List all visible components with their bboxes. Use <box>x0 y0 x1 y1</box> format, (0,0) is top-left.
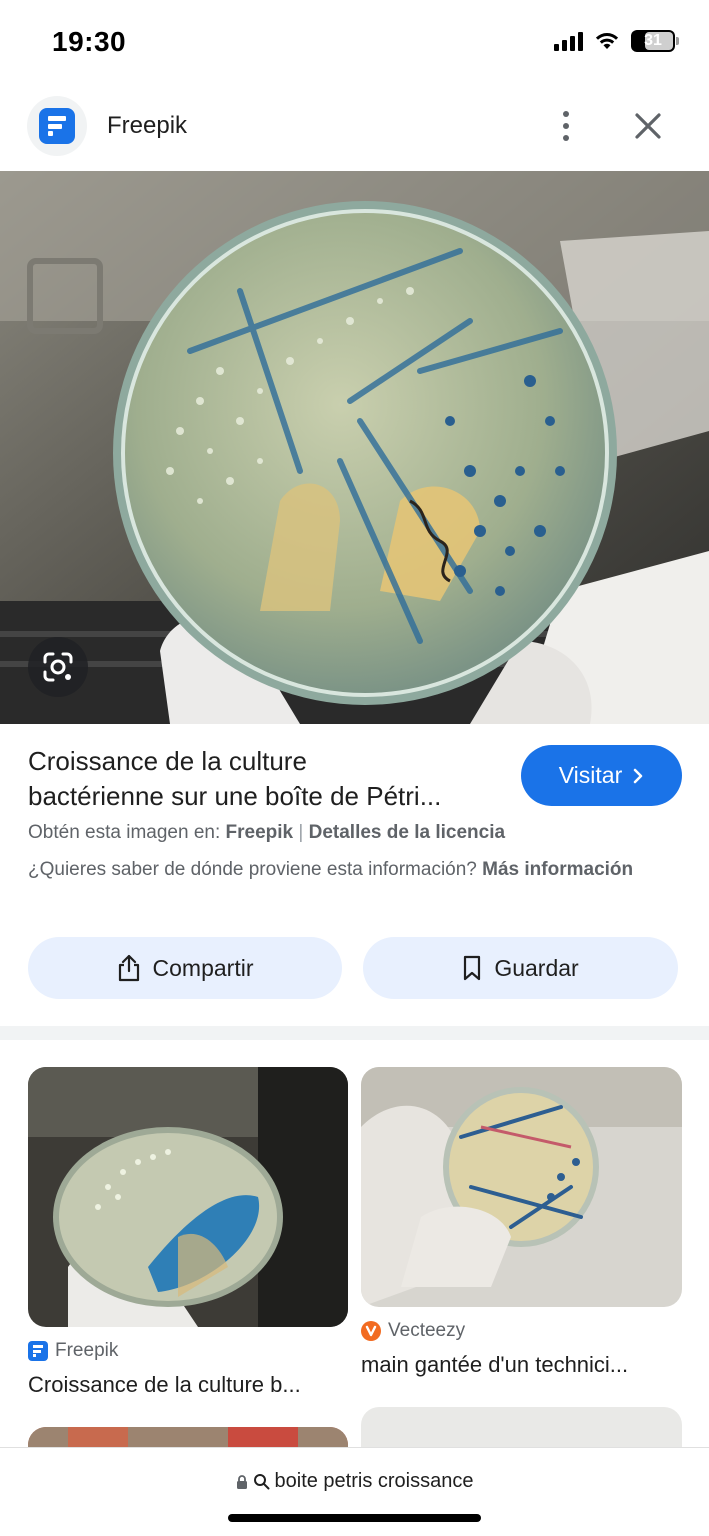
source-separator: | <box>298 822 304 843</box>
share-icon <box>118 954 139 982</box>
share-button[interactable]: Compartir <box>28 937 342 999</box>
license-details-link[interactable]: Detalles de la licencia <box>309 822 505 843</box>
main-image[interactable] <box>0 171 709 724</box>
related-title-2[interactable]: main gantée d'un technici... <box>361 1352 682 1378</box>
url-text: boite petris croissance <box>274 1470 474 1492</box>
battery-icon: 31 <box>631 30 675 52</box>
status-time: 19:30 <box>52 26 127 57</box>
source-header: Freepik <box>0 96 709 158</box>
close-icon[interactable] <box>628 106 668 146</box>
google-lens-button[interactable] <box>28 637 88 697</box>
source-prefix: Obtén esta imagen en: <box>28 822 221 843</box>
address-bar[interactable]: boite petris croissance <box>0 1447 709 1536</box>
petri-dish-photo <box>0 171 709 724</box>
save-label: Guardar <box>494 954 579 981</box>
related-source-name: Freepik <box>55 1340 119 1361</box>
lock-icon <box>236 1474 247 1489</box>
status-icons: 31 <box>554 30 679 52</box>
wifi-icon <box>595 33 619 49</box>
share-label: Compartir <box>152 954 254 981</box>
more-info-link[interactable]: Más información <box>482 859 633 880</box>
home-indicator[interactable] <box>228 1514 481 1522</box>
source-link[interactable]: Freepik <box>226 822 294 843</box>
visit-button[interactable]: Visitar <box>521 745 682 806</box>
related-source-name: Vecteezy <box>388 1320 466 1341</box>
cellular-signal-icon <box>554 31 583 51</box>
battery-level: 31 <box>644 32 662 49</box>
result-title-line2: bactérienne sur une boîte de Pétri... <box>28 781 442 811</box>
bookmark-icon <box>464 955 481 981</box>
site-logo[interactable] <box>27 96 87 156</box>
search-icon <box>253 1474 269 1490</box>
chevron-right-icon <box>634 768 643 783</box>
info-question: ¿Quieres saber de dónde proviene esta in… <box>28 859 477 880</box>
result-title-line1: Croissance de la culture <box>28 746 307 776</box>
freepik-logo-icon <box>28 1341 48 1361</box>
related-source-2[interactable]: Vecteezy <box>361 1320 465 1342</box>
result-title[interactable]: Croissance de la culture bactérienne sur… <box>28 744 498 814</box>
url-display[interactable]: boite petris croissance <box>0 1470 709 1493</box>
freepik-logo-icon <box>39 108 75 144</box>
image-source-line: Obtén esta imagen en: Freepik | Detalles… <box>28 822 505 844</box>
related-source-1[interactable]: Freepik <box>28 1340 118 1362</box>
status-bar: 19:30 31 <box>0 0 709 86</box>
related-image-1[interactable] <box>28 1067 348 1327</box>
related-title-1[interactable]: Croissance de la culture b... <box>28 1372 348 1398</box>
visit-label: Visitar <box>558 762 623 788</box>
save-button[interactable]: Guardar <box>363 937 678 999</box>
site-name[interactable]: Freepik <box>107 112 187 140</box>
more-options-button[interactable] <box>548 104 584 148</box>
section-divider <box>0 1026 709 1040</box>
vecteezy-logo-icon <box>361 1321 381 1341</box>
related-image-2[interactable] <box>361 1067 682 1307</box>
lens-icon <box>43 652 73 682</box>
info-line: ¿Quieres saber de dónde proviene esta in… <box>28 856 668 883</box>
